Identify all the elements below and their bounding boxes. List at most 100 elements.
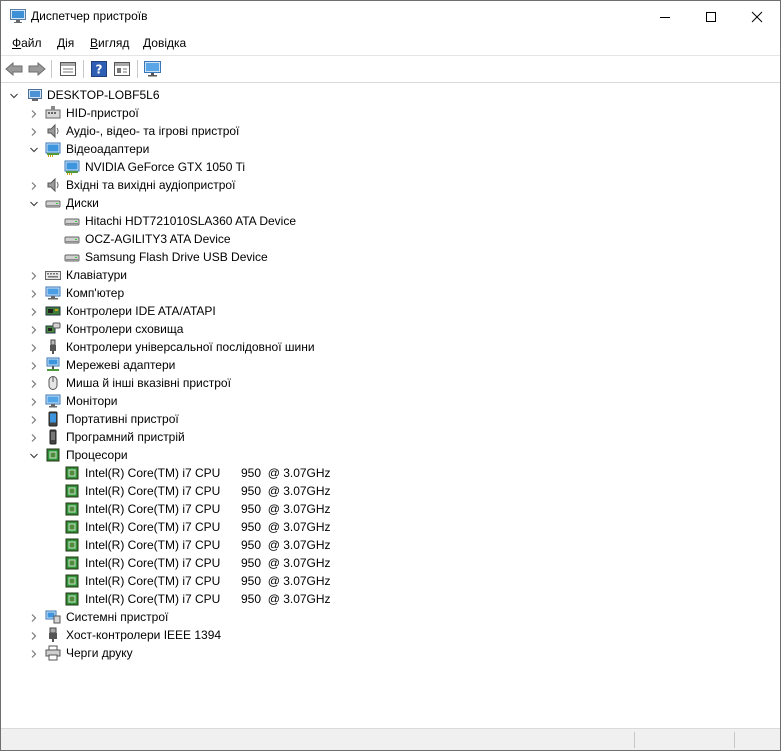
tree-device[interactable]: Intel(R) Core(TM) i7 CPU 950 @ 3.07GHz [1,590,780,608]
tree-device[interactable]: OCZ-AGILITY3 ATA Device [1,230,780,248]
device-label: DESKTOP-LOBF5L6 [47,88,160,102]
toolbar: ? [1,55,780,83]
title-bar[interactable]: Диспетчер пристроїв [1,1,780,32]
speaker-icon [45,177,61,193]
properties-button[interactable] [58,59,78,79]
device-label: Монітори [66,394,118,408]
chevron-right-icon[interactable] [29,630,39,640]
menu-file[interactable]: Файл [12,36,42,50]
menu-help[interactable]: Довідка [143,36,186,50]
show-hidden-icon [114,62,130,76]
computer-root-icon [27,87,43,103]
back-button[interactable] [4,59,24,79]
tree-category[interactable]: Контролери IDE ATA/ATAPI [1,302,780,320]
chevron-down-icon[interactable] [29,144,39,154]
device-label: Портативні пристрої [66,412,179,426]
device-label: Відеоадаптери [66,142,150,156]
tree-category[interactable]: Монітори [1,392,780,410]
printer-icon [45,645,61,661]
help-button[interactable]: ? [89,59,109,79]
minimize-button[interactable] [642,1,688,32]
device-label: Мережеві адаптери [66,358,176,372]
chevron-down-icon[interactable] [9,90,19,100]
device-tree[interactable]: DESKTOP-LOBF5L6 HID-пристрої Аудіо-, відео… [1,83,780,728]
chevron-right-icon[interactable] [29,126,39,136]
device-label: Intel(R) Core(TM) i7 CPU [85,556,221,570]
tree-category[interactable]: Контролери сховища [1,320,780,338]
tree-category[interactable]: Хост-контролери IEEE 1394 [1,626,780,644]
processor-icon [64,483,80,499]
device-label: NVIDIA GeForce GTX 1050 Ti [85,160,246,174]
tree-device[interactable]: NVIDIA GeForce GTX 1050 Ti [1,158,780,176]
chevron-right-icon[interactable] [29,306,39,316]
properties-icon [60,62,76,76]
chevron-right-icon[interactable] [29,414,39,424]
scan-hardware-button[interactable] [143,59,163,79]
tree-device[interactable]: Hitachi HDT721010SLA360 ATA Device [1,212,780,230]
tree-device[interactable]: Intel(R) Core(TM) i7 CPU 950 @ 3.07GHz [1,518,780,536]
tree-category[interactable]: Комп'ютер [1,284,780,302]
system-device-icon [45,609,61,625]
chevron-right-icon[interactable] [29,360,39,370]
menu-bar: Файл Дія Вигляд Довідка [1,32,780,54]
tree-category[interactable]: Вхідні та вихідні аудіопристрої [1,176,780,194]
tree-category[interactable]: Відеоадаптери [1,140,780,158]
chevron-right-icon[interactable] [29,342,39,352]
tree-category[interactable]: Процесори [1,446,780,464]
tree-category[interactable]: Аудіо-, відео- та ігрові пристрої [1,122,780,140]
chevron-right-icon[interactable] [29,270,39,280]
tree-category[interactable]: HID-пристрої [1,104,780,122]
menu-view[interactable]: Вигляд [90,36,129,50]
cpu-frequency: 950 @ 3.07GHz [241,484,331,498]
tree-root-computer[interactable]: DESKTOP-LOBF5L6 [1,86,780,104]
tree-category[interactable]: Черги друку [1,644,780,662]
storage-controller-icon [45,321,61,337]
tree-device[interactable]: Intel(R) Core(TM) i7 CPU 950 @ 3.07GHz [1,536,780,554]
speaker-icon [45,123,61,139]
cpu-frequency: 950 @ 3.07GHz [241,538,331,552]
tree-category[interactable]: Миша й інші вказівні пристрої [1,374,780,392]
chevron-right-icon[interactable] [29,324,39,334]
forward-button[interactable] [27,59,47,79]
tree-device[interactable]: Intel(R) Core(TM) i7 CPU 950 @ 3.07GHz [1,500,780,518]
chevron-right-icon[interactable] [29,180,39,190]
device-label: Черги друку [66,646,133,660]
tree-device[interactable]: Samsung Flash Drive USB Device [1,248,780,266]
tree-category[interactable]: Мережеві адаптери [1,356,780,374]
close-button[interactable] [734,1,780,32]
tree-category[interactable]: Портативні пристрої [1,410,780,428]
portable-device-icon [45,411,61,427]
device-label: Аудіо-, відео- та ігрові пристрої [66,124,240,138]
forward-arrow-icon [28,62,46,76]
chevron-right-icon[interactable] [29,378,39,388]
tree-category[interactable]: Системні пристрої [1,608,780,626]
menu-action[interactable]: Дія [57,36,74,50]
window-title: Диспетчер пристроїв [31,9,148,23]
tree-category[interactable]: Контролери універсальної послідовної шин… [1,338,780,356]
device-label: Intel(R) Core(TM) i7 CPU [85,574,221,588]
show-hidden-button[interactable] [112,59,132,79]
chevron-down-icon[interactable] [29,450,39,460]
device-label: OCZ-AGILITY3 ATA Device [85,232,231,246]
tree-device[interactable]: Intel(R) Core(TM) i7 CPU 950 @ 3.07GHz [1,554,780,572]
chevron-right-icon[interactable] [29,108,39,118]
tree-category[interactable]: Клавіатури [1,266,780,284]
tree-device[interactable]: Intel(R) Core(TM) i7 CPU 950 @ 3.07GHz [1,482,780,500]
close-icon [751,11,763,22]
cpu-frequency: 950 @ 3.07GHz [241,574,331,588]
device-label: Intel(R) Core(TM) i7 CPU [85,538,221,552]
chevron-right-icon[interactable] [29,432,39,442]
chevron-right-icon[interactable] [29,396,39,406]
tree-device[interactable]: Intel(R) Core(TM) i7 CPU 950 @ 3.07GHz [1,464,780,482]
maximize-button[interactable] [688,1,734,32]
chevron-right-icon[interactable] [29,288,39,298]
keyboard-icon [45,267,61,283]
device-label: Диски [66,196,99,210]
disk-drive-icon [45,195,61,211]
chevron-right-icon[interactable] [29,648,39,658]
tree-device[interactable]: Intel(R) Core(TM) i7 CPU 950 @ 3.07GHz [1,572,780,590]
chevron-down-icon[interactable] [29,198,39,208]
tree-category[interactable]: Програмний пристрій [1,428,780,446]
tree-category[interactable]: Диски [1,194,780,212]
chevron-right-icon[interactable] [29,612,39,622]
